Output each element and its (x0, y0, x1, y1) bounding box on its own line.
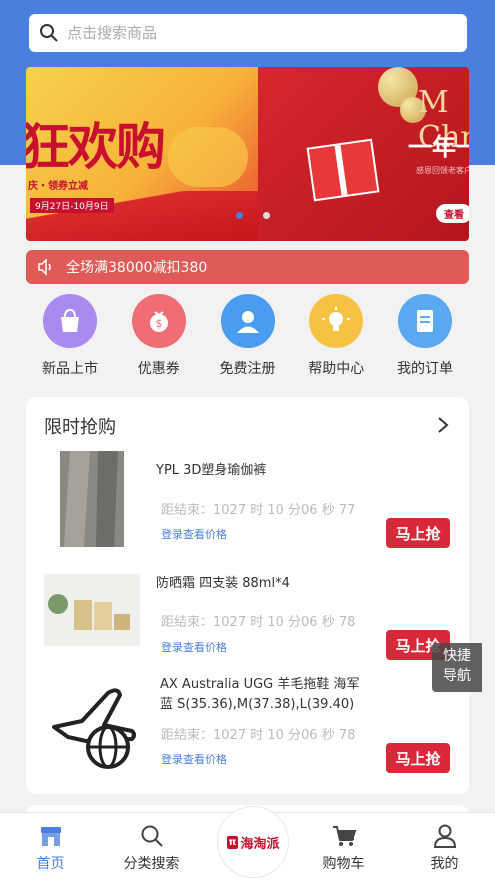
notice-text: 全场满38000减扣380 (66, 260, 208, 276)
tab-label: 购物车 (322, 856, 365, 872)
nav-label: 我的订单 (397, 361, 453, 377)
plane-globe-icon[interactable] (44, 679, 140, 775)
banner-slide-2[interactable]: M Chr 一年一度 感恩回馈老客户 查看 (258, 67, 469, 241)
user-icon (220, 294, 275, 348)
banner-slide-1[interactable]: 狂欢购 庆・领券立减 9月27日-10月9日 (26, 67, 258, 241)
countdown-timer: 距结束：1027 时 10 分06 秒 78 (161, 728, 356, 743)
quick-nav-button[interactable]: 快捷 导航 (432, 643, 482, 692)
banner-subline: 庆・领券立减 (28, 181, 88, 192)
gift-box-icon (306, 138, 380, 202)
flash-sale-item[interactable]: 防晒霜 四支装 88ml*4 距结束：1027 时 10 分06 秒 78 登录… (26, 574, 469, 684)
search-bar[interactable] (29, 14, 467, 52)
tab-home[interactable]: 首页 (11, 813, 91, 873)
cart-icon (332, 826, 356, 846)
money-bag-icon: $ (131, 294, 186, 348)
nav-my-orders[interactable]: 我的订单 (381, 294, 469, 378)
product-name: AX Australia UGG 羊毛拖鞋 海军蓝 S(35.36),M(37.… (160, 677, 360, 712)
banner-date: 9月27日-10月9日 (30, 198, 114, 213)
login-to-view-price-link[interactable]: 登录查看价格 (161, 751, 227, 767)
login-to-view-price-link[interactable]: 登录查看价格 (161, 526, 227, 542)
lightbulb-icon (309, 294, 364, 348)
banner-headline: 狂欢购 (26, 117, 166, 176)
tab-cart[interactable]: 购物车 (304, 813, 384, 873)
nav-coupons[interactable]: $ 优惠券 (115, 294, 203, 378)
nav-new-arrivals[interactable]: 新品上市 (26, 294, 114, 378)
flash-sale-title: 限时抢购 (44, 417, 116, 438)
quick-nav-label: 快捷 (443, 648, 471, 664)
product-image[interactable] (44, 451, 140, 547)
countdown-timer: 距结束：1027 时 10 分06 秒 77 (161, 503, 356, 518)
flash-sale-item[interactable]: AX Australia UGG 羊毛拖鞋 海军蓝 S(35.36),M(37.… (26, 677, 469, 789)
flash-sale-card: 限时抢购 YPL 3D塑身瑜伽裤 距结束：1027 时 10 分06 秒 77 … (26, 397, 469, 794)
banner-subline: 感恩回馈老客户 (416, 166, 469, 175)
banner-headline: 一年一度 (408, 133, 469, 161)
search-icon (40, 24, 58, 42)
center-logo-button[interactable]: π 海淘派 (217, 806, 289, 878)
tab-mine[interactable]: 我的 (405, 813, 485, 873)
speaker-icon (38, 258, 51, 276)
quick-nav-label: 导航 (443, 668, 471, 684)
nav-label: 新品上市 (42, 361, 98, 377)
buy-now-button[interactable]: 马上抢 (386, 743, 450, 773)
flash-sale-item[interactable]: YPL 3D塑身瑜伽裤 距结束：1027 时 10 分06 秒 77 登录查看价… (26, 451, 469, 561)
carousel-dot[interactable] (263, 212, 270, 219)
nav-help-center[interactable]: 帮助中心 (292, 294, 380, 378)
search-input[interactable] (65, 23, 449, 43)
notice-bar[interactable]: 全场满38000减扣380 (26, 250, 469, 284)
order-icon (398, 294, 452, 348)
store-icon (40, 827, 61, 846)
brand-logo-text: 海淘派 (240, 836, 280, 852)
brand-logo-mark: π (226, 835, 239, 849)
nav-label: 帮助中心 (308, 361, 365, 377)
tab-category-search[interactable]: 分类搜索 (112, 813, 192, 873)
banner-cta-button[interactable]: 查看 (436, 204, 469, 223)
login-to-view-price-link[interactable]: 登录查看价格 (161, 639, 227, 655)
user-icon (433, 824, 456, 848)
quick-entry-grid: 新品上市 $ 优惠券 免费注册 帮助中心 我的订单 (26, 294, 469, 378)
nav-label: 免费注册 (219, 361, 276, 377)
chevron-right-icon[interactable] (435, 415, 451, 435)
tab-label: 我的 (430, 856, 459, 872)
brand-logo: π 海淘派 (226, 833, 280, 852)
tab-label: 首页 (36, 856, 65, 872)
product-image[interactable] (44, 574, 140, 646)
product-name: YPL 3D塑身瑜伽裤 (156, 463, 267, 478)
svg-text:$: $ (155, 317, 162, 330)
carousel-dot-active[interactable] (236, 212, 243, 219)
nav-register[interactable]: 免费注册 (204, 294, 292, 378)
carousel-dots (236, 212, 270, 219)
tab-label: 分类搜索 (123, 856, 180, 872)
product-name: 防晒霜 四支装 88ml*4 (156, 576, 290, 591)
cloud-decoration (168, 127, 248, 187)
search-icon (141, 825, 163, 847)
countdown-timer: 距结束：1027 时 10 分06 秒 78 (161, 615, 356, 630)
buy-now-button[interactable]: 马上抢 (386, 518, 450, 548)
nav-label: 优惠券 (137, 361, 180, 377)
shopping-bag-icon (43, 294, 97, 348)
